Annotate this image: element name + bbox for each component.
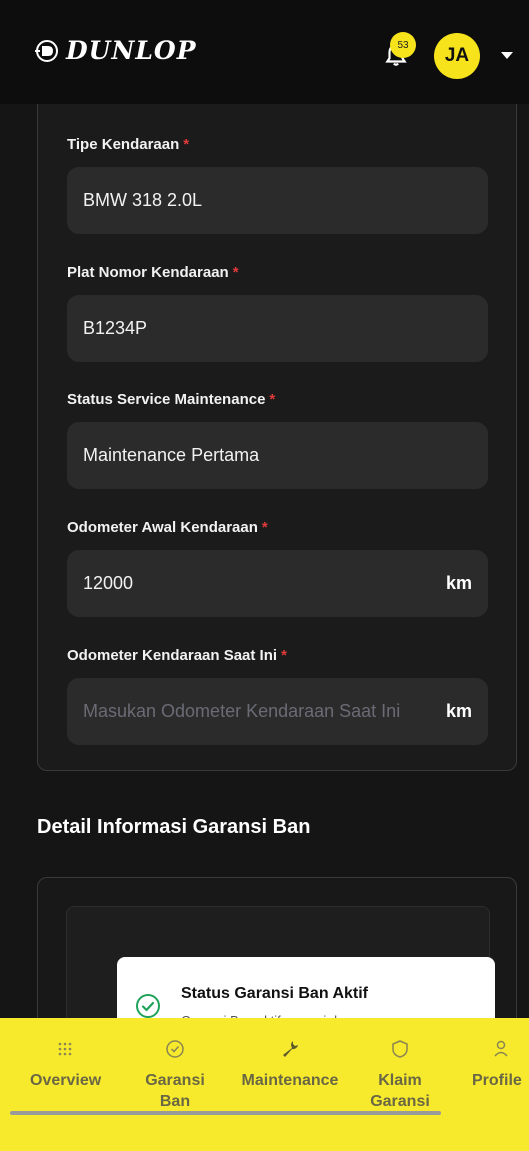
current-odometer-label: Odometer Kendaraan Saat Ini * [67, 647, 287, 664]
vehicle-type-field[interactable]: BMW 318 2.0L [67, 167, 488, 234]
nav-maintenance[interactable]: Maintenance [230, 1038, 350, 1091]
brand-name: DUNLOP [66, 36, 197, 65]
nav-garansi-ban[interactable]: Garansi Ban [140, 1038, 210, 1112]
nav-klaim-garansi[interactable]: Klaim Garansi [360, 1038, 440, 1112]
plate-number-label: Plat Nomor Kendaraan * [67, 264, 239, 281]
warranty-status-title: Status Garansi Ban Aktif [181, 985, 369, 1002]
initial-odometer-field[interactable]: 12000 km [67, 550, 488, 617]
grid-dots-icon [58, 1042, 72, 1056]
top-bar: DUNLOP 53 JA [0, 0, 529, 104]
km-unit: km [445, 573, 472, 593]
notification-badge: 53 [390, 32, 416, 58]
service-status-field[interactable]: Maintenance Pertama [67, 422, 488, 489]
required-marker: * [261, 519, 268, 536]
dunlop-flying-d-icon [35, 39, 58, 62]
nav-overview[interactable]: Overview [30, 1038, 101, 1091]
required-marker: * [183, 136, 190, 153]
check-circle-icon [136, 994, 160, 1018]
required-marker: * [269, 391, 276, 408]
plate-number-field[interactable]: B1234P [67, 295, 488, 362]
wrench-icon [283, 1041, 298, 1057]
initial-odometer-label: Odometer Awal Kendaraan * [67, 519, 268, 536]
vehicle-type-label: Tipe Kendaraan * [67, 136, 190, 153]
service-status-label: Status Service Maintenance * [67, 391, 276, 408]
active-tab-indicator [10, 1111, 441, 1115]
shield-icon [392, 1040, 408, 1058]
user-icon [493, 1040, 508, 1057]
km-unit: km [445, 701, 472, 721]
required-marker: * [281, 647, 287, 664]
current-odometer-input[interactable]: Masukan Odometer Kendaraan Saat Ini km [67, 678, 488, 745]
chevron-down-icon[interactable] [501, 52, 513, 59]
avatar[interactable]: JA [434, 33, 480, 79]
required-marker: * [232, 264, 239, 281]
bottom-navigation: Overview Garansi Ban Maintenance Klaim G… [0, 1018, 529, 1151]
check-circle-icon [166, 1040, 184, 1058]
dunlop-logo[interactable]: DUNLOP [34, 36, 197, 65]
vehicle-form-card: Tipe Kendaraan * BMW 318 2.0L Plat Nomor … [37, 104, 517, 771]
nav-profile[interactable]: Profile [472, 1038, 529, 1091]
warranty-section-title: Detail Informasi Garansi Ban [37, 816, 311, 838]
